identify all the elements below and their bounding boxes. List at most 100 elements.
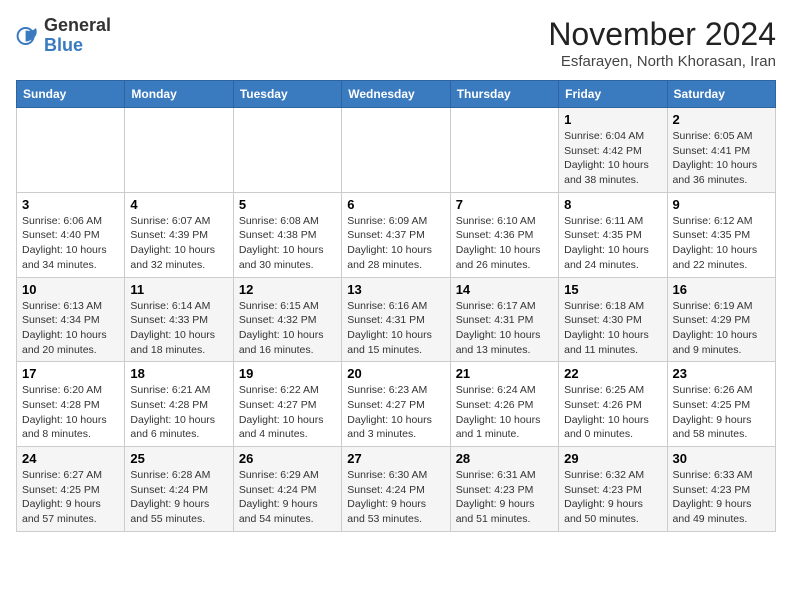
day-info: Sunrise: 6:07 AMSunset: 4:39 PMDaylight:… [130, 214, 227, 273]
calendar-day-cell: 4 Sunrise: 6:07 AMSunset: 4:39 PMDaylight… [125, 192, 233, 277]
day-number: 27 [347, 451, 444, 466]
calendar-day-cell: 30Sunrise: 6:33 AMSunset: 4:23 PMDayligh… [667, 447, 775, 532]
day-number: 18 [130, 366, 227, 381]
day-info: Sunrise: 6:14 AMSunset: 4:33 PMDaylight:… [130, 299, 227, 358]
day-number: 6 [347, 197, 444, 212]
calendar-day-cell: 28 Sunrise: 6:31 AMSunset: 4:23 PMDayligh… [450, 447, 558, 532]
calendar-day-cell: 3Sunrise: 6:06 AMSunset: 4:40 PMDaylight… [17, 192, 125, 277]
title-area: November 2024 Esfarayen, North Khorasan,… [548, 16, 776, 70]
day-info: Sunrise: 6:26 AMSunset: 4:25 PMDaylight:… [673, 383, 770, 442]
calendar-day-cell: 20 Sunrise: 6:23 AMSunset: 4:27 PMDayligh… [342, 362, 450, 447]
logo-blue-text: Blue [44, 35, 83, 55]
day-number: 17 [22, 366, 119, 381]
day-info: Sunrise: 6:17 AMSunset: 4:31 PMDaylight:… [456, 299, 553, 358]
day-info: Sunrise: 6:28 AMSunset: 4:24 PMDaylight:… [130, 468, 227, 527]
weekday-header-cell: Saturday [667, 81, 775, 108]
calendar-day-cell: 22Sunrise: 6:25 AMSunset: 4:26 PMDayligh… [559, 362, 667, 447]
calendar-day-cell [342, 108, 450, 193]
calendar-day-cell: 25 Sunrise: 6:28 AMSunset: 4:24 PMDayligh… [125, 447, 233, 532]
day-number: 2 [673, 112, 770, 127]
day-number: 13 [347, 282, 444, 297]
weekday-header-cell: Friday [559, 81, 667, 108]
day-number: 4 [130, 197, 227, 212]
calendar-day-cell: 21Sunrise: 6:24 AMSunset: 4:26 PMDayligh… [450, 362, 558, 447]
day-number: 5 [239, 197, 336, 212]
day-info: Sunrise: 6:15 AMSunset: 4:32 PMDaylight:… [239, 299, 336, 358]
calendar-day-cell [17, 108, 125, 193]
day-info: Sunrise: 6:31 AMSunset: 4:23 PMDaylight:… [456, 468, 553, 527]
calendar-day-cell: 23 Sunrise: 6:26 AMSunset: 4:25 PMDayligh… [667, 362, 775, 447]
day-number: 3 [22, 197, 119, 212]
day-number: 24 [22, 451, 119, 466]
logo-general-text: General [44, 15, 111, 35]
day-number: 10 [22, 282, 119, 297]
day-number: 14 [456, 282, 553, 297]
weekday-header-cell: Wednesday [342, 81, 450, 108]
day-info: Sunrise: 6:32 AMSunset: 4:23 PMDaylight:… [564, 468, 661, 527]
calendar-week-row: 10 Sunrise: 6:13 AMSunset: 4:34 PMDayligh… [17, 277, 776, 362]
day-number: 23 [673, 366, 770, 381]
calendar-week-row: 1 Sunrise: 6:04 AMSunset: 4:42 PMDaylight… [17, 108, 776, 193]
day-info: Sunrise: 6:30 AMSunset: 4:24 PMDaylight:… [347, 468, 444, 527]
day-info: Sunrise: 6:20 AMSunset: 4:28 PMDaylight:… [22, 383, 119, 442]
day-info: Sunrise: 6:11 AMSunset: 4:35 PMDaylight:… [564, 214, 661, 273]
calendar-day-cell: 13 Sunrise: 6:16 AMSunset: 4:31 PMDayligh… [342, 277, 450, 362]
calendar-day-cell: 17 Sunrise: 6:20 AMSunset: 4:28 PMDayligh… [17, 362, 125, 447]
logo: General Blue [16, 16, 111, 56]
calendar: SundayMondayTuesdayWednesdayThursdayFrid… [16, 80, 776, 532]
day-number: 21 [456, 366, 553, 381]
calendar-body: 1 Sunrise: 6:04 AMSunset: 4:42 PMDaylight… [17, 108, 776, 532]
day-number: 1 [564, 112, 661, 127]
calendar-day-cell: 1 Sunrise: 6:04 AMSunset: 4:42 PMDaylight… [559, 108, 667, 193]
day-info: Sunrise: 6:23 AMSunset: 4:27 PMDaylight:… [347, 383, 444, 442]
day-number: 7 [456, 197, 553, 212]
day-info: Sunrise: 6:05 AMSunset: 4:41 PMDaylight:… [673, 129, 770, 188]
day-number: 19 [239, 366, 336, 381]
calendar-day-cell [233, 108, 341, 193]
day-number: 20 [347, 366, 444, 381]
calendar-week-row: 17 Sunrise: 6:20 AMSunset: 4:28 PMDayligh… [17, 362, 776, 447]
day-info: Sunrise: 6:09 AMSunset: 4:37 PMDaylight:… [347, 214, 444, 273]
calendar-day-cell: 29Sunrise: 6:32 AMSunset: 4:23 PMDayligh… [559, 447, 667, 532]
calendar-day-cell: 15 Sunrise: 6:18 AMSunset: 4:30 PMDayligh… [559, 277, 667, 362]
day-info: Sunrise: 6:16 AMSunset: 4:31 PMDaylight:… [347, 299, 444, 358]
logo-icon [16, 24, 40, 48]
weekday-header-cell: Tuesday [233, 81, 341, 108]
calendar-day-cell: 12Sunrise: 6:15 AMSunset: 4:32 PMDayligh… [233, 277, 341, 362]
day-number: 9 [673, 197, 770, 212]
day-number: 16 [673, 282, 770, 297]
day-number: 28 [456, 451, 553, 466]
calendar-day-cell: 24 Sunrise: 6:27 AMSunset: 4:25 PMDayligh… [17, 447, 125, 532]
day-info: Sunrise: 6:18 AMSunset: 4:30 PMDaylight:… [564, 299, 661, 358]
calendar-day-cell: 18 Sunrise: 6:21 AMSunset: 4:28 PMDayligh… [125, 362, 233, 447]
day-info: Sunrise: 6:21 AMSunset: 4:28 PMDaylight:… [130, 383, 227, 442]
month-title: November 2024 [548, 16, 776, 53]
calendar-day-cell: 14 Sunrise: 6:17 AMSunset: 4:31 PMDayligh… [450, 277, 558, 362]
day-info: Sunrise: 6:33 AMSunset: 4:23 PMDaylight:… [673, 468, 770, 527]
calendar-day-cell: 2 Sunrise: 6:05 AMSunset: 4:41 PMDaylight… [667, 108, 775, 193]
calendar-day-cell: 10 Sunrise: 6:13 AMSunset: 4:34 PMDayligh… [17, 277, 125, 362]
day-info: Sunrise: 6:04 AMSunset: 4:42 PMDaylight:… [564, 129, 661, 188]
calendar-day-cell: 27 Sunrise: 6:30 AMSunset: 4:24 PMDayligh… [342, 447, 450, 532]
calendar-day-cell [450, 108, 558, 193]
day-info: Sunrise: 6:22 AMSunset: 4:27 PMDaylight:… [239, 383, 336, 442]
day-info: Sunrise: 6:12 AMSunset: 4:35 PMDaylight:… [673, 214, 770, 273]
day-number: 25 [130, 451, 227, 466]
day-info: Sunrise: 6:13 AMSunset: 4:34 PMDaylight:… [22, 299, 119, 358]
day-number: 11 [130, 282, 227, 297]
calendar-week-row: 3Sunrise: 6:06 AMSunset: 4:40 PMDaylight… [17, 192, 776, 277]
calendar-day-cell: 9 Sunrise: 6:12 AMSunset: 4:35 PMDaylight… [667, 192, 775, 277]
location-title: Esfarayen, North Khorasan, Iran [548, 53, 776, 70]
day-info: Sunrise: 6:19 AMSunset: 4:29 PMDaylight:… [673, 299, 770, 358]
day-number: 26 [239, 451, 336, 466]
day-info: Sunrise: 6:27 AMSunset: 4:25 PMDaylight:… [22, 468, 119, 527]
calendar-day-cell [125, 108, 233, 193]
calendar-day-cell: 26Sunrise: 6:29 AMSunset: 4:24 PMDayligh… [233, 447, 341, 532]
weekday-header-cell: Thursday [450, 81, 558, 108]
day-number: 15 [564, 282, 661, 297]
calendar-week-row: 24 Sunrise: 6:27 AMSunset: 4:25 PMDayligh… [17, 447, 776, 532]
weekday-header-row: SundayMondayTuesdayWednesdayThursdayFrid… [17, 81, 776, 108]
header: General Blue November 2024 Esfarayen, No… [16, 16, 776, 70]
calendar-day-cell: 16 Sunrise: 6:19 AMSunset: 4:29 PMDayligh… [667, 277, 775, 362]
calendar-day-cell: 5Sunrise: 6:08 AMSunset: 4:38 PMDaylight… [233, 192, 341, 277]
